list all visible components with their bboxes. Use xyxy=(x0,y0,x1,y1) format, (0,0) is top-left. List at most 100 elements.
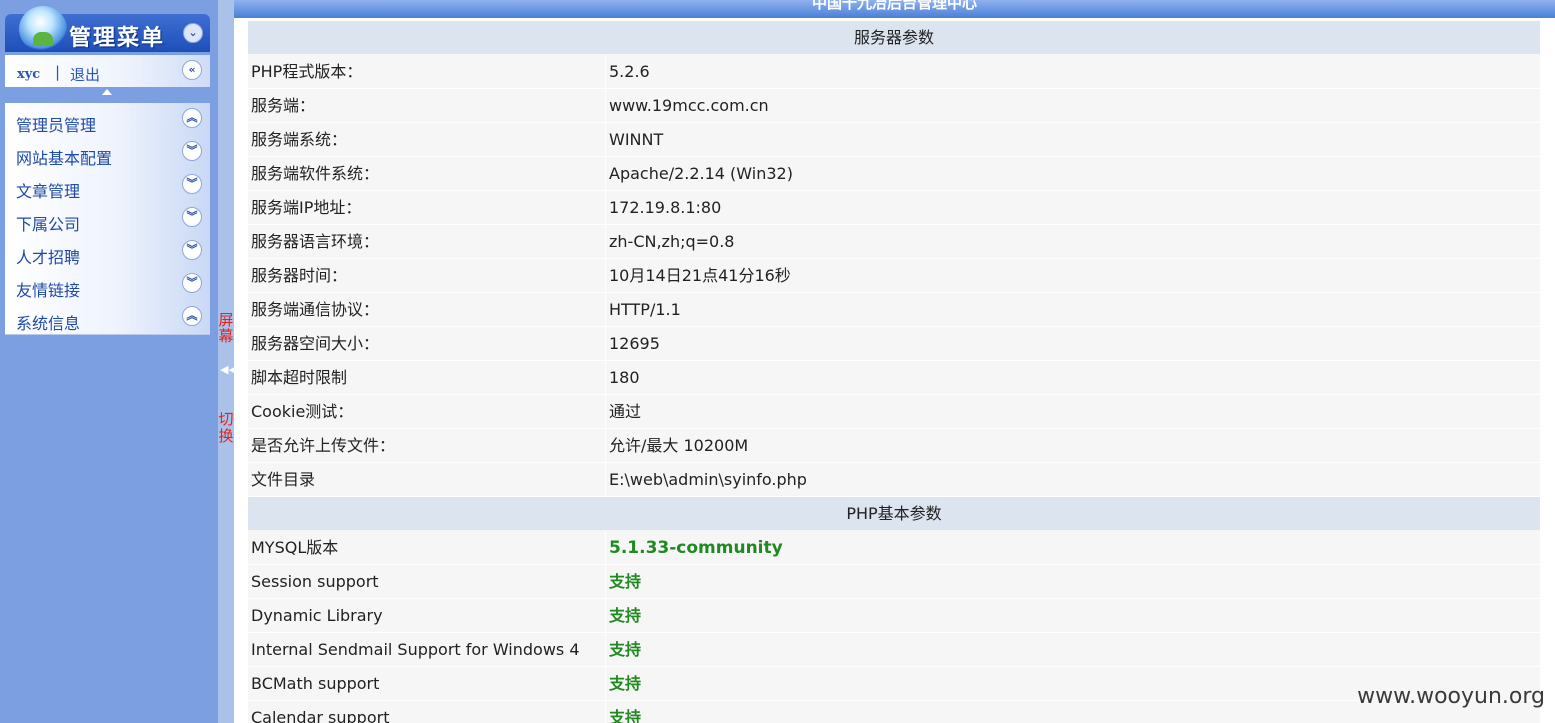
row-key: BCMath support xyxy=(251,674,380,693)
double-left-arrow-icon[interactable]: ◀◀ xyxy=(220,363,237,376)
chevron-down-icon[interactable]: ︾ xyxy=(182,207,202,227)
row-key: Session support xyxy=(251,572,379,591)
page-title: 中国十九冶后台管理中心 xyxy=(811,0,977,12)
top-bar: 中国十九冶后台管理中心 xyxy=(234,0,1555,18)
chevron-down-icon[interactable]: ︾ xyxy=(182,273,202,293)
table-row: Session support 支持 xyxy=(248,565,1540,599)
chevron-down-icon[interactable]: ︾ xyxy=(182,240,202,260)
menu-item-links[interactable]: 友情链接 ︾ xyxy=(5,268,210,302)
table-row: 服务器时间： 10月14日21点41分16秒 xyxy=(248,259,1540,293)
table-row: BCMath support 支持 xyxy=(248,667,1540,701)
cell-divider xyxy=(605,633,606,666)
row-value: 允许/最大 10200M xyxy=(609,436,749,455)
watermark: www.wooyun.org xyxy=(1357,684,1545,709)
chevron-up-icon[interactable]: ︽ xyxy=(182,306,202,326)
chevron-down-icon[interactable]: ︾ xyxy=(182,174,202,194)
row-key: 脚本超时限制 xyxy=(251,368,348,387)
row-value: 支持 xyxy=(609,674,642,693)
menu-item-recruitment[interactable]: 人才招聘 ︾ xyxy=(5,235,210,269)
menu-item-label: 友情链接 xyxy=(16,281,81,300)
toggle-char: 换 xyxy=(218,427,234,445)
table-row: 文件目录 E:\web\admin\syinfo.php xyxy=(248,463,1540,497)
table-row: 服务端系统： WINNT xyxy=(248,123,1540,157)
row-key: 服务端通信协议： xyxy=(251,300,380,319)
row-key: 是否允许上传文件： xyxy=(251,436,396,455)
user-separator: | xyxy=(55,63,61,81)
row-value: 10月14日21点41分16秒 xyxy=(609,266,791,285)
table-row: 服务端： www.19mcc.com.cn xyxy=(248,89,1540,123)
hide-menu-button[interactable]: « xyxy=(182,60,202,80)
row-value: www.19mcc.com.cn xyxy=(609,96,769,115)
cell-divider xyxy=(605,701,606,723)
cell-divider xyxy=(605,157,606,190)
row-value: Apache/2.2.14 (Win32) xyxy=(609,164,793,183)
table-row: Calendar support 支持 xyxy=(248,701,1540,723)
cell-divider xyxy=(605,395,606,428)
system-info-table: 服务器参数 PHP程式版本： 5.2.6 服务端： www.19mcc.com.cn… xyxy=(248,21,1540,723)
menu-collapse-all-button[interactable]: ⌄ xyxy=(183,23,203,43)
cell-divider xyxy=(605,89,606,122)
menu-item-site-config[interactable]: 网站基本配置 ︾ xyxy=(5,136,210,170)
row-key: Calendar support xyxy=(251,708,390,723)
user-name: xyc xyxy=(17,67,41,82)
table-row: 服务器语言环境： zh-CN,zh;q=0.8 xyxy=(248,225,1540,259)
table-row: 服务端通信协议： HTTP/1.1 xyxy=(248,293,1540,327)
toggle-char: 切 xyxy=(218,410,234,428)
menu-item-system-info[interactable]: 系统信息 ︽ xyxy=(5,301,210,335)
row-value: WINNT xyxy=(609,130,664,149)
cell-divider xyxy=(605,565,606,598)
row-value: E:\web\admin\syinfo.php xyxy=(609,470,807,489)
row-key: Cookie测试： xyxy=(251,402,354,421)
menu-title: 管理菜单 xyxy=(69,26,166,51)
table-row: Cookie测试： 通过 xyxy=(248,395,1540,429)
section-heading-server: 服务器参数 xyxy=(248,21,1540,54)
row-value: 172.19.8.1:80 xyxy=(609,198,722,217)
row-key: 服务端： xyxy=(251,96,316,115)
toggle-char: 屏 xyxy=(218,311,234,329)
row-key: Internal Sendmail Support for Windows 4 xyxy=(251,640,580,659)
table-row: Internal Sendmail Support for Windows 4 支… xyxy=(248,633,1540,667)
user-box: xyc | 退出 « xyxy=(5,55,210,87)
cell-divider xyxy=(605,429,606,462)
row-value: 支持 xyxy=(609,606,642,625)
up-arrow-icon xyxy=(102,89,112,95)
row-key: 服务端IP地址： xyxy=(251,198,362,217)
row-key: PHP程式版本： xyxy=(251,62,363,81)
menu-item-articles[interactable]: 文章管理 ︾ xyxy=(5,169,210,203)
section-heading-php: PHP基本参数 xyxy=(248,497,1540,530)
row-key: Dynamic Library xyxy=(251,606,383,625)
row-value: zh-CN,zh;q=0.8 xyxy=(609,232,735,251)
cell-divider xyxy=(605,293,606,326)
row-key: MYSQL版本 xyxy=(251,538,339,557)
row-key: 服务器空间大小： xyxy=(251,334,380,353)
menu-item-label: 网站基本配置 xyxy=(16,149,113,168)
table-row: 服务端IP地址： 172.19.8.1:80 xyxy=(248,191,1540,225)
screen-toggle-strip[interactable]: 屏 幕 ◀◀ 切 换 xyxy=(218,0,237,723)
cell-divider xyxy=(605,463,606,496)
menu-item-admin[interactable]: 管理员管理 ︽ xyxy=(5,103,210,137)
row-value: 支持 xyxy=(609,708,642,723)
menu-item-subsidiaries[interactable]: 下属公司 ︾ xyxy=(5,202,210,236)
cell-divider xyxy=(605,599,606,632)
users-logo-icon xyxy=(19,6,67,52)
cell-divider xyxy=(605,667,606,700)
table-row: 服务端软件系统： Apache/2.2.14 (Win32) xyxy=(248,157,1540,191)
row-key: 服务器时间： xyxy=(251,266,348,285)
cell-divider xyxy=(605,123,606,156)
cell-divider xyxy=(605,531,606,564)
row-value: 180 xyxy=(609,368,640,387)
menu-header: 管理菜单 ⌄ xyxy=(5,6,210,52)
logout-link[interactable]: 退出 xyxy=(70,64,100,85)
menu-item-label: 管理员管理 xyxy=(16,116,97,135)
row-key: 服务端系统： xyxy=(251,130,348,149)
menu-item-label: 文章管理 xyxy=(16,182,81,201)
cell-divider xyxy=(605,361,606,394)
menu-item-label: 系统信息 xyxy=(16,314,81,333)
chevron-down-icon[interactable]: ︾ xyxy=(182,141,202,161)
toggle-char: 幕 xyxy=(218,327,234,345)
row-value: 通过 xyxy=(609,402,642,421)
chevron-up-icon[interactable]: ︽ xyxy=(182,108,202,128)
cell-divider xyxy=(605,191,606,224)
table-row: MYSQL版本 5.1.33-community xyxy=(248,531,1540,565)
menu-item-label: 下属公司 xyxy=(16,215,81,234)
